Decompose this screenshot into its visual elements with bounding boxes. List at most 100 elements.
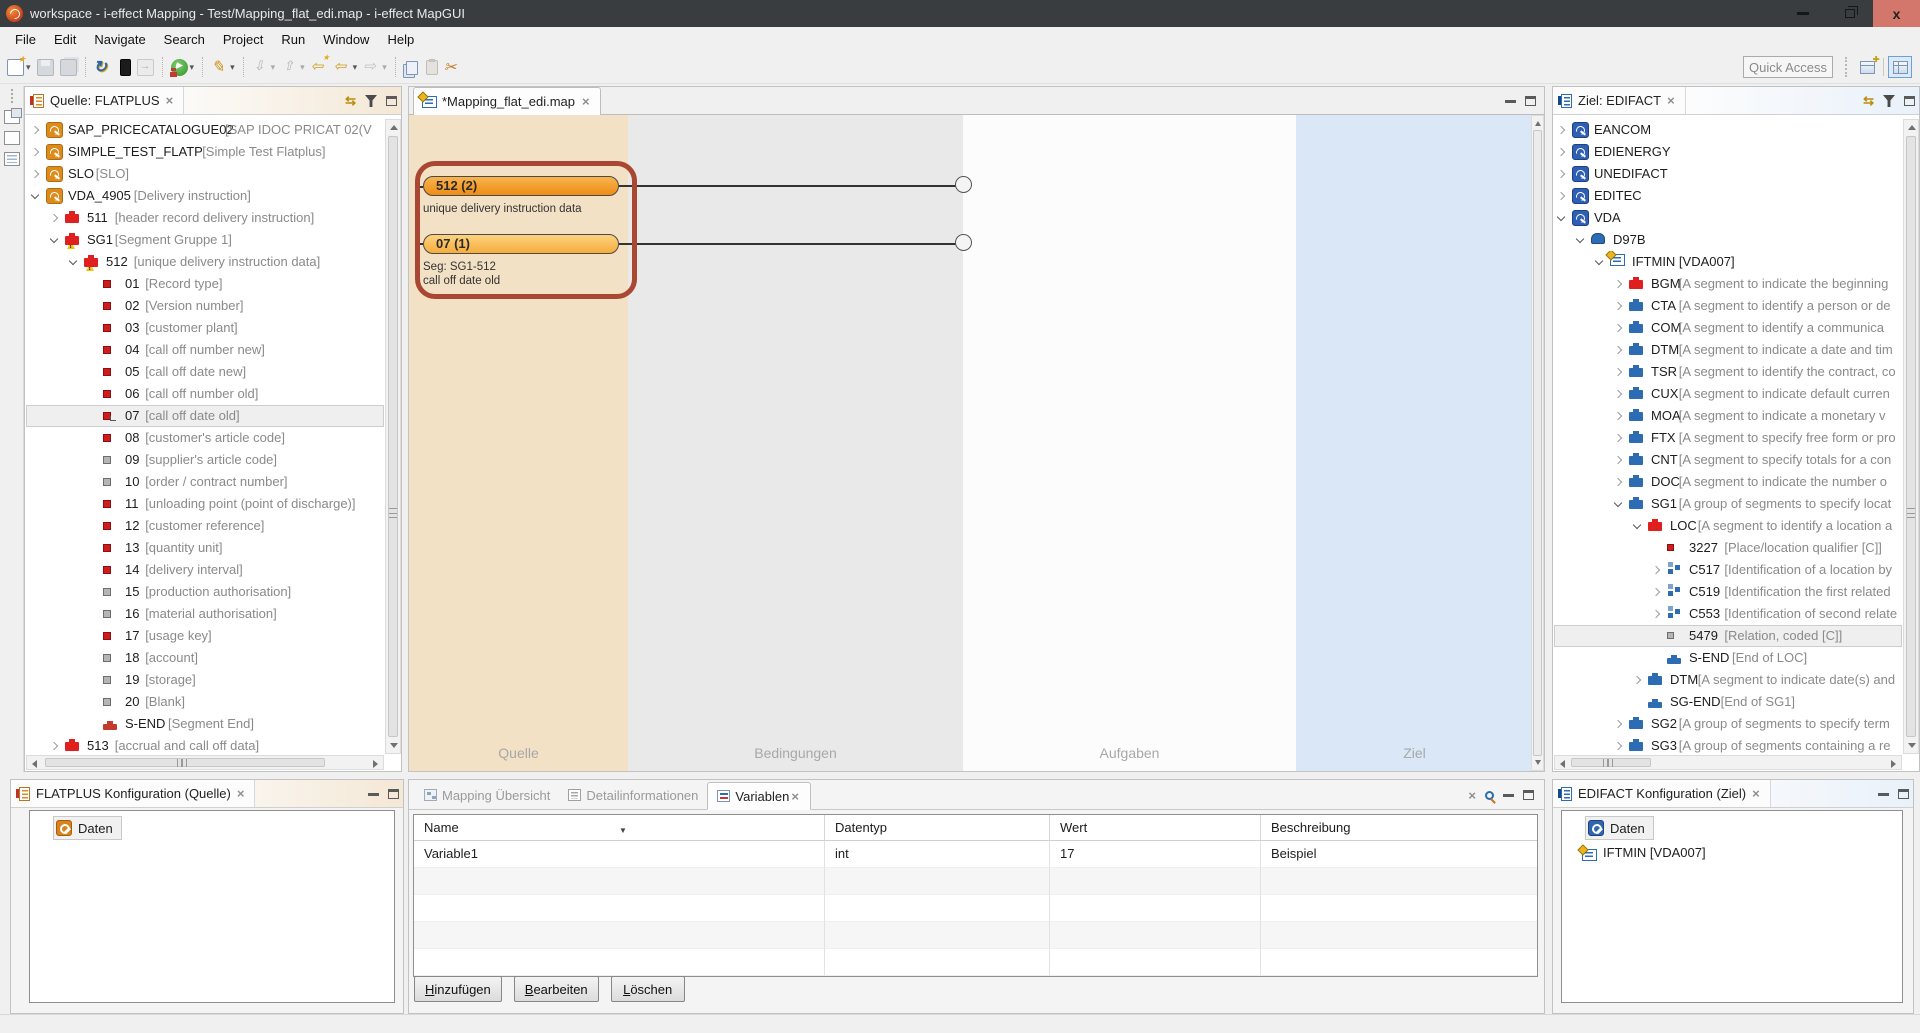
expand-arrow-icon[interactable] (1614, 412, 1622, 420)
table-row-empty[interactable] (414, 895, 1537, 922)
config-item-daten[interactable]: Daten (1586, 817, 1653, 839)
tree-item-slo[interactable]: SLO[SLO] (26, 163, 384, 185)
tree-item-15[interactable]: 15[production authorisation] (26, 581, 384, 603)
restore-views-icon[interactable] (4, 110, 20, 124)
tree-item-01[interactable]: 01[Record type] (26, 273, 384, 295)
target-tree-vscrollbar[interactable] (1903, 119, 1919, 754)
collapse-arrow-icon[interactable] (1614, 499, 1622, 507)
tree-item-cta[interactable]: CTA[A segment to identify a person or de (1554, 295, 1902, 317)
target-panel-tab[interactable]: Ziel: EDIFACT × (1553, 87, 1686, 114)
export-map-icon[interactable] (135, 57, 156, 78)
tree-item-5479[interactable]: 5479[Relation, coded [C]] (1554, 625, 1902, 647)
link-with-editor-icon[interactable]: ⇆ (1863, 93, 1874, 109)
tree-item-iftmin-vda007-[interactable]: IFTMIN [VDA007] (1554, 251, 1902, 273)
minimize-window-button[interactable] (1779, 0, 1826, 27)
tree-item-20[interactable]: 20[Blank] (26, 691, 384, 713)
expand-arrow-icon[interactable] (1557, 192, 1565, 200)
collapse-arrow-icon[interactable] (50, 235, 58, 243)
forward-icon[interactable]: ▾ (361, 57, 389, 78)
tree-item-05[interactable]: 05[call off date new] (26, 361, 384, 383)
tree-item-eancom[interactable]: EANCOM (1554, 119, 1902, 141)
expand-arrow-icon[interactable] (1614, 720, 1622, 728)
close-icon[interactable]: × (164, 93, 176, 108)
table-row-empty[interactable] (414, 949, 1537, 976)
tree-item-tsr[interactable]: TSR[A segment to identify the contract, … (1554, 361, 1902, 383)
expand-arrow-icon[interactable] (31, 126, 39, 134)
tree-item-17[interactable]: 17[usage key] (26, 625, 384, 647)
maximize-view-icon[interactable] (386, 96, 397, 106)
expand-arrow-icon[interactable] (1614, 478, 1622, 486)
back-icon[interactable]: ▾ (332, 57, 360, 78)
column-header-datentyp[interactable]: Datentyp (825, 815, 1050, 841)
outline-view-icon[interactable] (4, 152, 20, 166)
previous-annotation-icon[interactable]: ▾ (279, 57, 307, 78)
tree-item-dtm[interactable]: DTM[A segment to indicate a date and tim (1554, 339, 1902, 361)
collapse-arrow-icon[interactable] (31, 191, 39, 199)
minimize-view-icon[interactable] (1878, 793, 1889, 802)
expand-arrow-icon[interactable] (1557, 170, 1565, 178)
tree-item-03[interactable]: 03[customer plant] (26, 317, 384, 339)
tree-item-com[interactable]: COM[A segment to identify a communica (1554, 317, 1902, 339)
maximize-view-icon[interactable] (1904, 96, 1915, 106)
expand-arrow-icon[interactable] (1633, 676, 1641, 684)
expand-arrow-icon[interactable] (1614, 434, 1622, 442)
run-mapping-icon[interactable]: ▾ (169, 57, 197, 78)
palette-view-icon[interactable] (4, 131, 20, 145)
refresh-icon[interactable] (92, 57, 113, 78)
tree-item-s-end[interactable]: S-END[Segment End] (26, 713, 384, 735)
source-node-512[interactable]: 512 (2) (423, 176, 619, 196)
tree-item-c517[interactable]: C517[Identification of a location by (1554, 559, 1902, 581)
tree-item-simple-test-flatp[interactable]: SIMPLE_TEST_FLATP[Simple Test Flatplus] (26, 141, 384, 163)
expand-arrow-icon[interactable] (1557, 126, 1565, 134)
expand-arrow-icon[interactable] (1614, 302, 1622, 310)
tree-item-dtm[interactable]: DTM[A segment to indicate date(s) and (1554, 669, 1902, 691)
column-header-wert[interactable]: Wert (1050, 815, 1261, 841)
expand-arrow-icon[interactable] (50, 742, 58, 750)
collapse-arrow-icon[interactable] (1557, 213, 1565, 221)
expand-arrow-icon[interactable] (1652, 610, 1660, 618)
tree-item-unedifact[interactable]: UNEDIFACT (1554, 163, 1902, 185)
next-annotation-icon[interactable]: ▾ (250, 57, 278, 78)
minimize-view-icon[interactable] (368, 793, 379, 802)
tree-item-16[interactable]: 16[material authorisation] (26, 603, 384, 625)
tree-item-vda[interactable]: VDA (1554, 207, 1902, 229)
terminal-icon[interactable] (115, 57, 133, 78)
expand-arrow-icon[interactable] (1652, 566, 1660, 574)
bearbeiten-button[interactable]: Bearbeiten (514, 976, 599, 1002)
tree-item-3227[interactable]: 3227[Place/location qualifier [C]] (1554, 537, 1902, 559)
tab-detailinformationen[interactable]: Detailinformationen (559, 781, 707, 809)
tree-item-02[interactable]: 02[Version number] (26, 295, 384, 317)
expand-arrow-icon[interactable] (1614, 742, 1622, 750)
expand-arrow-icon[interactable] (1614, 368, 1622, 376)
collapse-arrow-icon[interactable] (1595, 257, 1603, 265)
tree-item-vda-4905[interactable]: VDA_4905[Delivery instruction] (26, 185, 384, 207)
copy-icon[interactable] (402, 58, 420, 77)
tree-item-13[interactable]: 13[quantity unit] (26, 537, 384, 559)
source-tree-hscrollbar[interactable] (26, 755, 384, 770)
collapse-arrow-icon[interactable] (69, 257, 77, 265)
column-header-beschreibung[interactable]: Beschreibung (1261, 815, 1537, 841)
highlight-pen-icon[interactable]: ▾ (209, 57, 237, 78)
tree-item-sg1[interactable]: SG1[Segment Gruppe 1] (26, 229, 384, 251)
expand-arrow-icon[interactable] (31, 170, 39, 178)
close-window-button[interactable]: x (1873, 0, 1920, 27)
tree-item-moa[interactable]: MOA[A segment to indicate a monetary v (1554, 405, 1902, 427)
menu-item-edit[interactable]: Edit (45, 29, 85, 50)
tree-item-loc[interactable]: LOC[A segment to identify a location a (1554, 515, 1902, 537)
tree-item-04[interactable]: 04[call off number new] (26, 339, 384, 361)
source-panel-tab[interactable]: Quelle: FLATPLUS × (25, 87, 184, 114)
expand-arrow-icon[interactable] (1614, 456, 1622, 464)
tree-item-doc[interactable]: DOC[A segment to indicate the number o (1554, 471, 1902, 493)
tree-item-sg1[interactable]: SG1[A group of segments to specify locat (1554, 493, 1902, 515)
tree-item-edienergy[interactable]: EDIENERGY (1554, 141, 1902, 163)
menu-item-project[interactable]: Project (214, 29, 272, 50)
restore-window-button[interactable] (1826, 0, 1873, 27)
table-row[interactable]: Variable1int17Beispiel (414, 841, 1537, 868)
tab-variablen[interactable]: Variablen× (707, 782, 811, 810)
source-node-07[interactable]: 07 (1) (423, 234, 619, 254)
config-item-iftmin-vda007-[interactable]: IFTMIN [VDA007] (1582, 841, 1706, 863)
menu-item-search[interactable]: Search (155, 29, 214, 50)
mapping-port-512[interactable] (955, 176, 972, 193)
minimize-view-icon[interactable] (1503, 794, 1514, 803)
collapse-arrow-icon[interactable] (1576, 235, 1584, 243)
